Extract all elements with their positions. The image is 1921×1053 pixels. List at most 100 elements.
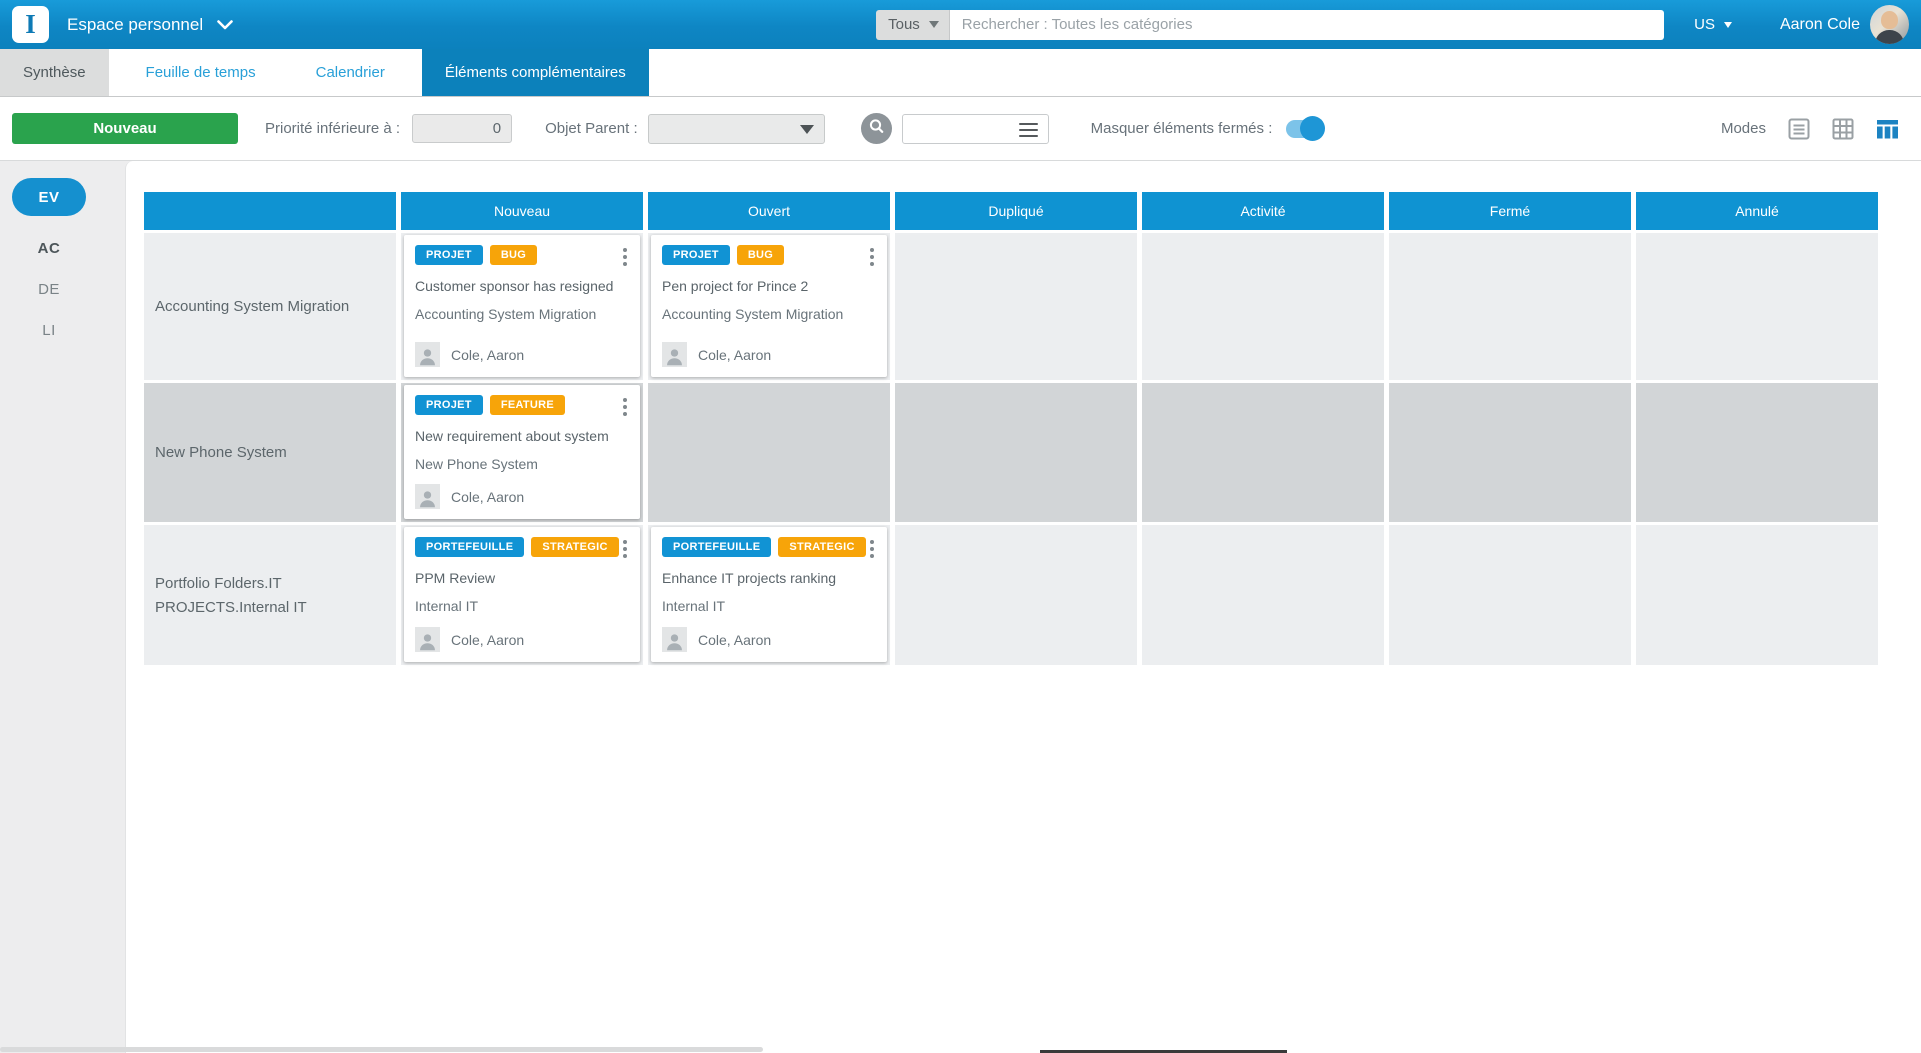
assignee-avatar-icon: [662, 627, 687, 652]
caret-down-icon: [800, 125, 814, 134]
card-title: New requirement about system: [415, 428, 629, 444]
cell-annule: [1636, 383, 1878, 522]
card-assignee: Cole, Aaron: [415, 484, 629, 509]
app-logo[interactable]: I: [12, 6, 49, 43]
row-label-line: Accounting System Migration: [155, 298, 396, 315]
card-badge-feature: FEATURE: [490, 395, 565, 415]
cell-annule: [1636, 233, 1878, 380]
search-scope-dropdown[interactable]: Tous: [876, 10, 950, 40]
kanban-view-icon[interactable]: [1876, 118, 1899, 140]
kanban-card[interactable]: PORTEFEUILLE STRATEGIC Enhance IT project…: [651, 527, 887, 662]
list-view-icon[interactable]: [1788, 118, 1810, 140]
card-badge-projet: PROJET: [415, 245, 483, 265]
horizontal-scrollbar-thumb[interactable]: [0, 1047, 763, 1052]
card-badge-portefeuille: PORTEFEUILLE: [662, 537, 771, 557]
row-label: New Phone System: [144, 383, 396, 522]
assignee-name: Cole, Aaron: [451, 347, 524, 363]
kebab-menu-icon[interactable]: [619, 396, 631, 421]
card-badge-strategic: STRATEGIC: [531, 537, 618, 557]
sidebar-item-li[interactable]: LI: [12, 322, 86, 339]
card-assignee: Cole, Aaron: [662, 342, 876, 367]
hide-closed-label: Masquer éléments fermés :: [1091, 120, 1273, 137]
column-header-ferme: Fermé: [1389, 192, 1631, 230]
card-badges: PORTEFEUILLE STRATEGIC: [415, 537, 629, 557]
cell-nouveau: PROJETBUG Customer sponsor has resigned …: [401, 233, 643, 380]
global-search: Tous: [876, 10, 1664, 40]
search-input[interactable]: [950, 10, 1664, 40]
cell-annule: [1636, 525, 1878, 665]
tab-calendrier[interactable]: Calendrier: [293, 49, 408, 96]
hide-closed-toggle[interactable]: [1286, 120, 1322, 138]
card-subtitle: New Phone System: [415, 456, 629, 472]
card-assignee: Cole, Aaron: [415, 627, 629, 652]
sidebar-item-de[interactable]: DE: [12, 281, 86, 298]
user-name[interactable]: Aaron Cole: [1780, 16, 1860, 34]
caret-down-icon: [1724, 22, 1732, 28]
parent-object-select[interactable]: [648, 114, 825, 144]
kanban-card[interactable]: PROJET FEATURE New requirement about syst…: [404, 385, 640, 519]
kanban-grid: NouveauOuvertDupliquéActivitéFerméAnnulé…: [144, 192, 1878, 665]
menu-lines-icon: [1019, 123, 1038, 141]
tab-feuille-de-temps[interactable]: Feuille de temps: [123, 49, 279, 96]
workspace-menu[interactable]: Espace personnel: [67, 15, 233, 35]
card-badges: PROJETBUG: [415, 245, 629, 265]
main-area: EV AC DE LI NouveauOuvertDupliquéActivit…: [0, 161, 1921, 1053]
card-badge-portefeuille: PORTEFEUILLE: [415, 537, 524, 557]
card-badges: PORTEFEUILLE STRATEGIC: [662, 537, 876, 557]
cell-ouvert: [648, 383, 890, 522]
column-header-activite: Activité: [1142, 192, 1384, 230]
cell-duplique: [895, 383, 1137, 522]
column-header-empty: [144, 192, 396, 230]
modes-group: Modes: [1721, 118, 1899, 140]
assignee-name: Cole, Aaron: [451, 489, 524, 505]
row-label-line: Portfolio Folders.IT: [155, 575, 396, 592]
search-scope-value: Tous: [888, 16, 920, 33]
grid-view-icon[interactable]: [1832, 118, 1854, 140]
topbar: I Espace personnel Tous US Aaron Cole: [0, 0, 1921, 49]
kebab-menu-icon[interactable]: [866, 538, 878, 563]
assignee-avatar-icon: [415, 342, 440, 367]
search-button[interactable]: [861, 113, 892, 144]
new-button[interactable]: Nouveau: [12, 113, 238, 144]
kanban-card[interactable]: PROJETBUG Pen project for Prince 2 Accou…: [651, 235, 887, 377]
assignee-avatar-icon: [415, 627, 440, 652]
card-title: PPM Review: [415, 570, 629, 586]
sidebar-item-ev[interactable]: EV: [12, 178, 86, 216]
card-subtitle: Internal IT: [662, 598, 876, 614]
kebab-menu-icon[interactable]: [619, 538, 631, 563]
cell-ferme: [1389, 233, 1631, 380]
card-badge-strategic: STRATEGIC: [778, 537, 865, 557]
locale-dropdown[interactable]: US: [1694, 16, 1732, 33]
cell-ouvert: PROJETBUG Pen project for Prince 2 Accou…: [648, 233, 890, 380]
kanban-card[interactable]: PROJETBUG Customer sponsor has resigned …: [404, 235, 640, 377]
card-subtitle: Accounting System Migration: [662, 306, 876, 322]
row-label-line: PROJECTS.Internal IT: [155, 599, 396, 616]
priority-label: Priorité inférieure à :: [265, 120, 400, 137]
toolbar: Nouveau Priorité inférieure à : Objet Pa…: [0, 97, 1921, 161]
chevron-down-icon: [217, 20, 233, 30]
column-header-duplique: Dupliqué: [895, 192, 1137, 230]
tab-synthese[interactable]: Synthèse: [0, 49, 109, 96]
tab-elements-complementaires[interactable]: Éléments complémentaires: [422, 49, 649, 96]
parent-object-label: Objet Parent :: [545, 120, 638, 137]
assignee-name: Cole, Aaron: [698, 632, 771, 648]
kanban-card[interactable]: PORTEFEUILLE STRATEGIC PPM Review Interna…: [404, 527, 640, 662]
card-subtitle: Internal IT: [415, 598, 629, 614]
cell-nouveau: PORTEFEUILLE STRATEGIC PPM Review Interna…: [401, 525, 643, 665]
cell-activite: [1142, 233, 1384, 380]
filter-input[interactable]: [902, 114, 1049, 144]
cell-ferme: [1389, 525, 1631, 665]
card-badge-projet: PROJET: [415, 395, 483, 415]
card-title: Enhance IT projects ranking: [662, 570, 876, 586]
user-avatar[interactable]: [1870, 5, 1909, 44]
kebab-menu-icon[interactable]: [866, 246, 878, 271]
priority-input[interactable]: [412, 114, 512, 143]
kebab-menu-icon[interactable]: [619, 246, 631, 271]
cell-ferme: [1389, 383, 1631, 522]
sidebar-item-ac[interactable]: AC: [12, 240, 86, 257]
toggle-knob: [1300, 116, 1325, 141]
assignee-avatar-icon: [415, 484, 440, 509]
tabbar: Synthèse Feuille de temps Calendrier Élé…: [0, 49, 1921, 97]
row-label: Accounting System Migration: [144, 233, 396, 380]
column-header-nouveau: Nouveau: [401, 192, 643, 230]
